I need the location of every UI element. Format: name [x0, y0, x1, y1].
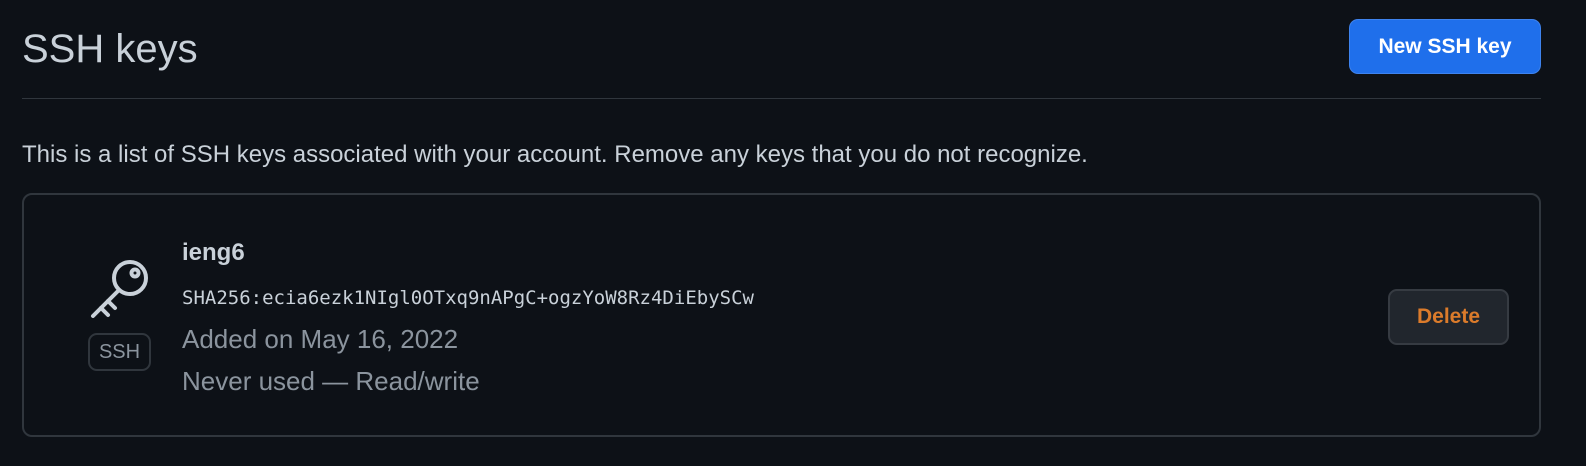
key-added-date: Added on May 16, 2022: [182, 324, 459, 354]
ssh-type-badge: SSH: [88, 333, 151, 371]
page-description: This is a list of SSH keys associated wi…: [22, 141, 1088, 168]
new-ssh-key-button[interactable]: New SSH key: [1349, 19, 1541, 74]
delete-key-button[interactable]: Delete: [1388, 289, 1509, 345]
key-fingerprint: SHA256:ecia6ezk1NIgl0OTxq9nAPgC+ogzYoW8R…: [182, 287, 754, 309]
page-title: SSH keys: [22, 27, 198, 71]
key-title: ieng6: [182, 239, 245, 266]
key-usage-status: Never used — Read/write: [182, 366, 480, 396]
ssh-key-list-item: SSH ieng6 SHA256:ecia6ezk1NIgl0OTxq9nAPg…: [22, 193, 1541, 437]
key-icon: [91, 260, 148, 318]
page-header: SSH keys New SSH key: [22, 0, 1541, 99]
